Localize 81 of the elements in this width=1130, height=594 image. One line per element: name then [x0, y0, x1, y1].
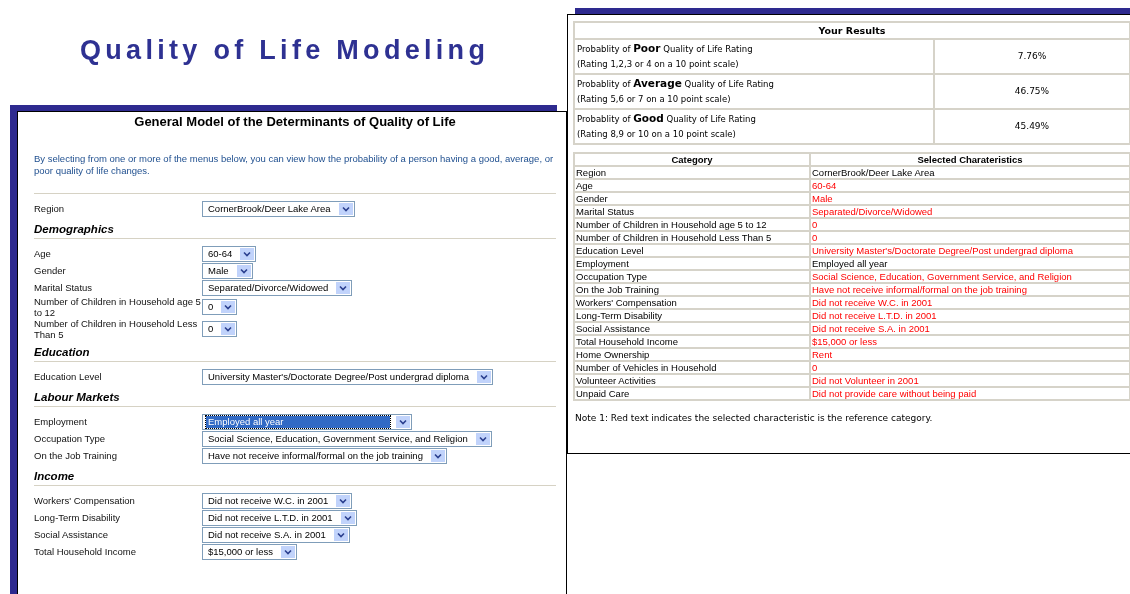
table-cell: 45.49% [934, 109, 1130, 144]
table-cell: Occupation Type [574, 270, 810, 283]
footnote: Note 1: Red text indicates the selected characteristic is the reference category. [575, 413, 934, 423]
table-cell: Separated/Divorce/Widowed [810, 205, 1130, 218]
dropdown[interactable]: 0 [202, 299, 238, 315]
table-cell: $15,000 or less [810, 335, 1130, 348]
dropdown[interactable]: Did not receive W.C. in 2001 [202, 492, 353, 509]
table-cell: Education Level [574, 244, 810, 257]
table-cell: Male [810, 192, 1130, 205]
section-heading: Education [34, 346, 91, 358]
table-cell: Volunteer Activities [574, 374, 810, 387]
table-cell: Number of Vehicles in Household [574, 361, 810, 374]
field-label: Long-Term Disability [34, 512, 122, 523]
table-cell: Did not receive W.C. in 2001 [810, 296, 1130, 309]
table-cell: 0 [810, 361, 1130, 374]
field-label: Education Level [34, 371, 103, 382]
table-cell: Marital Status [574, 205, 810, 218]
field-label: Employment [34, 416, 88, 427]
field-label: Age [34, 248, 52, 259]
table-cell: Number of Children in Household Less Than 5 [574, 231, 810, 244]
field-label: Number of Children in Household age 5 to 12 [34, 296, 202, 318]
dropdown[interactable]: Separated/Divorce/Widowed [202, 279, 353, 296]
dropdown[interactable]: Male [202, 262, 253, 279]
table-cell: 7.76% [934, 39, 1130, 74]
dropdown[interactable]: 0 [202, 321, 238, 337]
dropdown[interactable]: Employed all year [202, 413, 412, 430]
table-cell: Did not receive S.A. in 2001 [810, 322, 1130, 335]
field-label: Social Assistance [34, 529, 109, 540]
field-label: Number of Children in Household Less Than 5 [34, 318, 199, 340]
table-cell: Probablity of Average Quality of Life Rating (Rating 5,6 or 7 on a 10 point scale) [574, 74, 934, 109]
table-cell: Employed all year [810, 257, 1130, 270]
table-cell: Number of Children in Household age 5 to 12 [574, 218, 810, 231]
section-heading: Labour Markets [34, 391, 121, 403]
table-cell: Unpaid Care [574, 387, 810, 400]
field-label: Marital Status [34, 282, 94, 293]
table-cell: Region [574, 166, 810, 179]
table-cell: Have not receive informal/formal on the job training [810, 283, 1130, 296]
field-label: Occupation Type [34, 433, 107, 444]
dropdown[interactable]: Have not receive informal/formal on the job training [202, 447, 447, 464]
table-cell: University Master's/Doctorate Degree/Post undergrad diploma [810, 244, 1130, 257]
dropdown[interactable]: Social Science, Education, Government Service, and Religion [202, 430, 492, 447]
table-cell: Home Ownership [574, 348, 810, 361]
table-cell: Long-Term Disability [574, 309, 810, 322]
table-cell: 0 [810, 231, 1130, 244]
table-cell: Social Science, Education, Government Service, and Religion [810, 270, 1130, 283]
field-label: Gender [34, 265, 67, 276]
dropdown[interactable]: Did not receive L.T.D. in 2001 [202, 509, 357, 526]
table-cell: Did not Volunteer in 2001 [810, 374, 1130, 387]
section-heading: Income [34, 470, 76, 482]
field-label: Total Household Income [34, 546, 137, 557]
table-cell: Probablity of Poor Quality of Life Rating (Rating 1,2,3 or 4 on a 10 point scale) [574, 39, 934, 74]
field-label: Region [34, 203, 66, 214]
dropdown[interactable]: CornerBrook/Deer Lake Area [202, 200, 355, 217]
dropdown[interactable]: Did not receive S.A. in 2001 [202, 526, 350, 543]
form-title: General Model of the Determinants of Quality of Life [133, 114, 457, 129]
table-cell: 0 [810, 218, 1130, 231]
table-cell: On the Job Training [574, 283, 810, 296]
section-heading: Demographics [34, 223, 115, 235]
table-cell: Employment [574, 257, 810, 270]
dropdown[interactable]: University Master's/Doctorate Degree/Post undergrad diploma [202, 368, 494, 385]
table-cell: Did not provide care without being paid [810, 387, 1130, 400]
field-label: On the Job Training [34, 450, 118, 461]
table-cell: 60-64 [810, 179, 1130, 192]
table-cell: Workers' Compensation [574, 296, 810, 309]
table-cell: Did not receive L.T.D. in 2001 [810, 309, 1130, 322]
table-cell: Total Household Income [574, 335, 810, 348]
table-cell: Age [574, 179, 810, 192]
table-cell: Rent [810, 348, 1130, 361]
table-cell: Probablity of Good Quality of Life Rating (Rating 8,9 or 10 on a 10 point scale) [574, 109, 934, 144]
table-cell: CornerBrook/Deer Lake Area [810, 166, 1130, 179]
slide-title: Quality of Life Modeling [80, 35, 491, 67]
intro-text: By selecting from one or more of the menus below, you can view how the probability of a person having a good, average, or poor quality of life changes. [34, 153, 555, 177]
table-header: Your Results [574, 22, 1130, 39]
dropdown[interactable]: $15,000 or less [202, 543, 297, 560]
column-header: Category [574, 153, 810, 166]
field-label: Workers' Compensation [34, 495, 136, 506]
column-header: Selected Charateristics [810, 153, 1130, 166]
table-cell: Gender [574, 192, 810, 205]
table-cell: Social Assistance [574, 322, 810, 335]
dropdown[interactable]: 60-64 [202, 245, 257, 262]
table-cell: 46.75% [934, 74, 1130, 109]
